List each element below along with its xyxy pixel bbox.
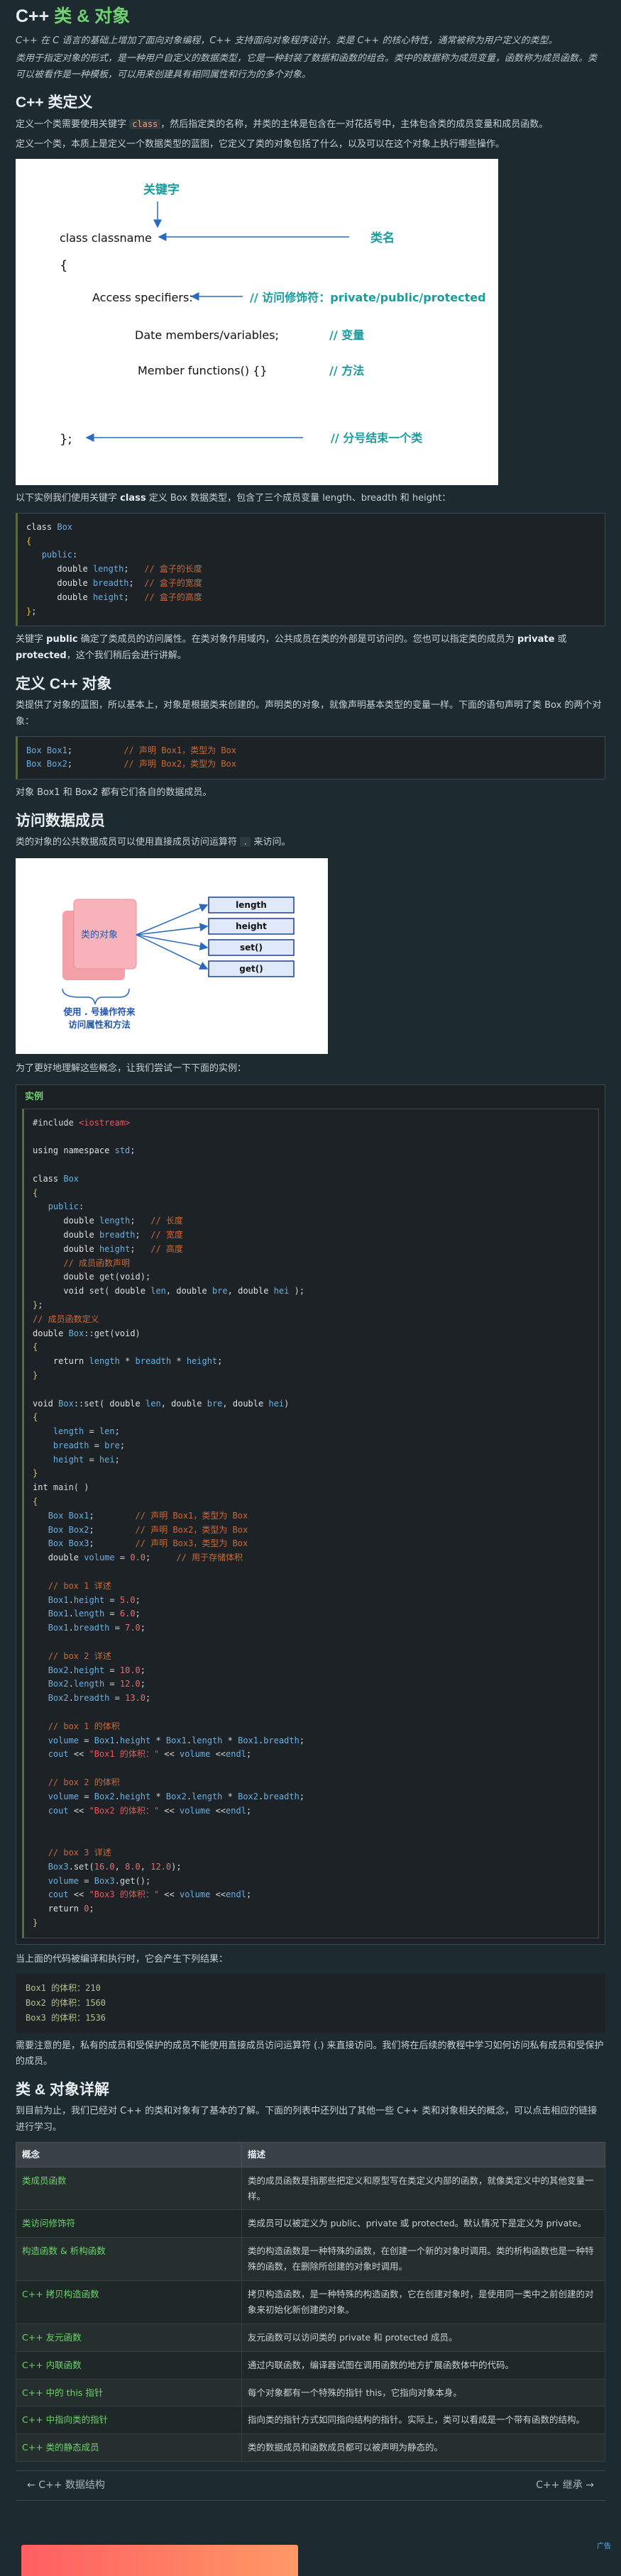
concept-desc: 每个对象都有一个特殊的指针 this，它指向对象本身。: [241, 2378, 605, 2407]
column-header-concept: 概念: [16, 2141, 242, 2167]
functions-label: // 方法: [329, 364, 365, 378]
code-box-class: class Box { public: double length; // 盒子…: [16, 512, 605, 627]
table-row: C++ 中的 this 指针 每个对象都有一个特殊的指针 this，它指向对象本身…: [16, 2378, 605, 2407]
members-line: Date members/variables;: [135, 328, 279, 343]
table-row: C++ 内联函数 通过内联函数，编译器试图在调用函数的地方扩展函数体中的代码。: [16, 2350, 605, 2380]
concept-desc: 友元函数可以访问类的 private 和 protected 成员。: [241, 2323, 605, 2352]
table-row: C++ 类的静态成员 类的数据成员和函数成员都可以被声明为静态的。: [16, 2433, 605, 2463]
example-title: 实例: [25, 1091, 44, 1102]
table-row: 类成员函数 类的成员函数是指那些把定义和原型写在类定义内部的函数，就像类定义中的其…: [16, 2166, 605, 2211]
box-intro-paragraph: 以下实例我们使用关键字 class 定义 Box 数据类型，包含了三个成员变量 …: [16, 493, 451, 504]
prev-link[interactable]: ← C++ 数据结构: [27, 2477, 105, 2494]
brace-open: {: [60, 258, 68, 274]
private-note-paragraph: 需要注意的是，私有的成员和受保护的成员不能使用直接成员访问运算符 (.) 来直接…: [16, 2040, 604, 2067]
class-def-paragraph: 定义一个类需要使用关键字 class ，然后指定类的名称，并类的主体是包含在一对花…: [16, 118, 549, 130]
concept-desc: 类的数据成员和函数成员都可以被声明为静态的。: [241, 2433, 605, 2463]
object-access-diagram: 类的对象 length height set() get() 使用 . 号操作符…: [16, 858, 328, 1055]
class-line: class classname: [60, 231, 152, 245]
arrow-left-icon: ←: [27, 2480, 39, 2492]
define-object-paragraph-2: 对象 Box1 和 Box2 都有它们各自的数据成员。: [16, 787, 212, 799]
functions-line: Member functions() {}: [138, 364, 268, 378]
section-heading-class-def: C++ 类定义: [16, 94, 93, 111]
intro-paragraph-2: 类用于指定对象的形式，是一种用户自定义的数据类型，它是一种封装了数据和函数的组合…: [16, 52, 598, 80]
output-intro-paragraph: 当上面的代码被编译和执行时，它会产生下列结果：: [16, 1953, 229, 1965]
arrow-right-icon: →: [582, 2480, 594, 2492]
next-link[interactable]: C++ 继承 →: [536, 2477, 594, 2494]
section-heading-detail: 类 & 对象详解: [16, 2082, 109, 2099]
member-length: length: [236, 900, 267, 911]
column-header-description: 描述: [241, 2141, 605, 2167]
code-box-objects: Box Box1; // 声明 Box1，类型为 Box Box Box2; /…: [16, 735, 605, 780]
class-structure-diagram: 关键字 class classname 类名 { Access specifie…: [16, 159, 498, 486]
concept-link[interactable]: 类访问修饰符: [16, 2209, 242, 2238]
concept-desc: 拷贝构造函数，是一种特殊的构造函数，它在创建对象时，是使用同一类中之前创建的对象…: [241, 2280, 605, 2324]
diagram-caption: 使用 . 号操作符来 访问属性和方法: [63, 1006, 136, 1031]
prev-next-nav: ← C++ 数据结构 C++ 继承 →: [16, 2470, 605, 2501]
concept-desc: 指向类的指针方式如同指向结构的指针。实际上，类可以看成是一个带有函数的结构。: [241, 2406, 605, 2435]
member-height: height: [236, 921, 267, 932]
detail-paragraph: 到目前为止，我们已经对 C++ 的类和对象有了基本的了解。下面的列表中还列出了其…: [16, 2106, 598, 2133]
example-code: #include <iostream> using namespace std;…: [22, 1108, 599, 1938]
output-block: Box1 的体积：210 Box2 的体积：1560 Box3 的体积：1536: [16, 1973, 605, 2033]
table-row: C++ 拷贝构造函数 拷贝构造函数，是一种特殊的构造函数，它在创建对象时，是使用同…: [16, 2280, 605, 2324]
section-heading-define-object: 定义 C++ 对象: [16, 675, 112, 692]
define-object-paragraph: 类提供了对象的蓝图，所以基本上，对象是根据类来创建的。声明类的对象，就像声明基本…: [16, 700, 602, 727]
classname-label: 类名: [370, 231, 395, 246]
example-intro-paragraph: 为了更好地理解这些概念，让我们尝试一下下面的实例：: [16, 1063, 247, 1075]
concept-link[interactable]: C++ 类的静态成员: [16, 2433, 242, 2463]
table-row: C++ 中指向类的指针 指向类的指针方式如同指向结构的指针。实际上，类可以看成是一…: [16, 2406, 605, 2435]
concept-link[interactable]: 类成员函数: [16, 2166, 242, 2211]
access-members-paragraph: 类的对象的公共数据成员可以使用直接成员访问运算符 . 来访问。: [16, 837, 291, 848]
concept-desc: 类的构造函数是一种特殊的函数，在创建一个新的对象时调用。类的析构函数也是一种特殊…: [241, 2237, 605, 2282]
intro-paragraph: C++ 在 C 语言的基础上增加了面向对象编程，C++ 支持面向对象程序设计。类…: [16, 35, 558, 46]
brace-close: };: [60, 432, 72, 448]
concept-link[interactable]: 构造函数 & 析构函数: [16, 2237, 242, 2282]
ad-label: 广告: [597, 2543, 611, 2550]
table-row: C++ 友元函数 友元函数可以访问类的 private 和 protected 成…: [16, 2323, 605, 2352]
concept-link[interactable]: C++ 拷贝构造函数: [16, 2280, 242, 2324]
concept-link[interactable]: C++ 中的 this 指针: [16, 2378, 242, 2407]
member-get: get(): [239, 964, 263, 975]
example-block: 实例 #include <iostream> using namespace s…: [16, 1084, 605, 1945]
table-row: 构造函数 & 析构函数 类的构造函数是一种特殊的函数，在创建一个新的对象时调用。类…: [16, 2237, 605, 2282]
ad-banner[interactable]: [21, 2545, 298, 2576]
section-heading-access-members: 访问数据成员: [16, 813, 105, 830]
end-label: // 分号结束一个类: [331, 431, 423, 445]
concept-link[interactable]: C++ 中指向类的指针: [16, 2406, 242, 2435]
concept-link[interactable]: C++ 内联函数: [16, 2350, 242, 2380]
class-def-paragraph-2: 定义一个类，本质上是定义一个数据类型的蓝图，它定义了类的对象包括了什么，以及可以…: [16, 139, 505, 150]
concept-link[interactable]: C++ 友元函数: [16, 2323, 242, 2352]
page-title: C++ 类 & 对象: [16, 6, 131, 26]
concept-desc: 类的成员函数是指那些把定义和原型写在类定义内部的函数，就像类定义中的其他变量一样…: [241, 2166, 605, 2211]
concept-desc: 通过内联函数，编译器试图在调用函数的地方扩展函数体中的代码。: [241, 2350, 605, 2380]
object-label: 类的对象: [81, 930, 119, 941]
concept-desc: 类成员可以被定义为 public、private 或 protected。默认情…: [241, 2209, 605, 2238]
keyword-label: 关键字: [143, 183, 180, 198]
access-line: Access specifiers:: [92, 291, 193, 305]
access-label: // 访问修饰符：private/public/protected: [250, 291, 486, 305]
member-set: set(): [240, 943, 263, 953]
members-label: // 变量: [329, 328, 365, 343]
article: C++ 类 & 对象 C++ 在 C 语言的基础上增加了面向对象编程，C++ 支…: [0, 0, 621, 2576]
public-note-paragraph: 关键字 public 确定了类成员的访问属性。在类对象作用域内，公共成员在类的外…: [16, 634, 567, 662]
dot-operator: .: [240, 837, 251, 848]
table-row: 类访问修饰符 类成员可以被定义为 public、private 或 protect…: [16, 2209, 605, 2238]
keyword-class: class: [129, 118, 161, 129]
concept-table: 概念 描述 类成员函数 类的成员函数是指那些把定义和原型写在类定义内部的函数，就像…: [16, 2141, 605, 2463]
